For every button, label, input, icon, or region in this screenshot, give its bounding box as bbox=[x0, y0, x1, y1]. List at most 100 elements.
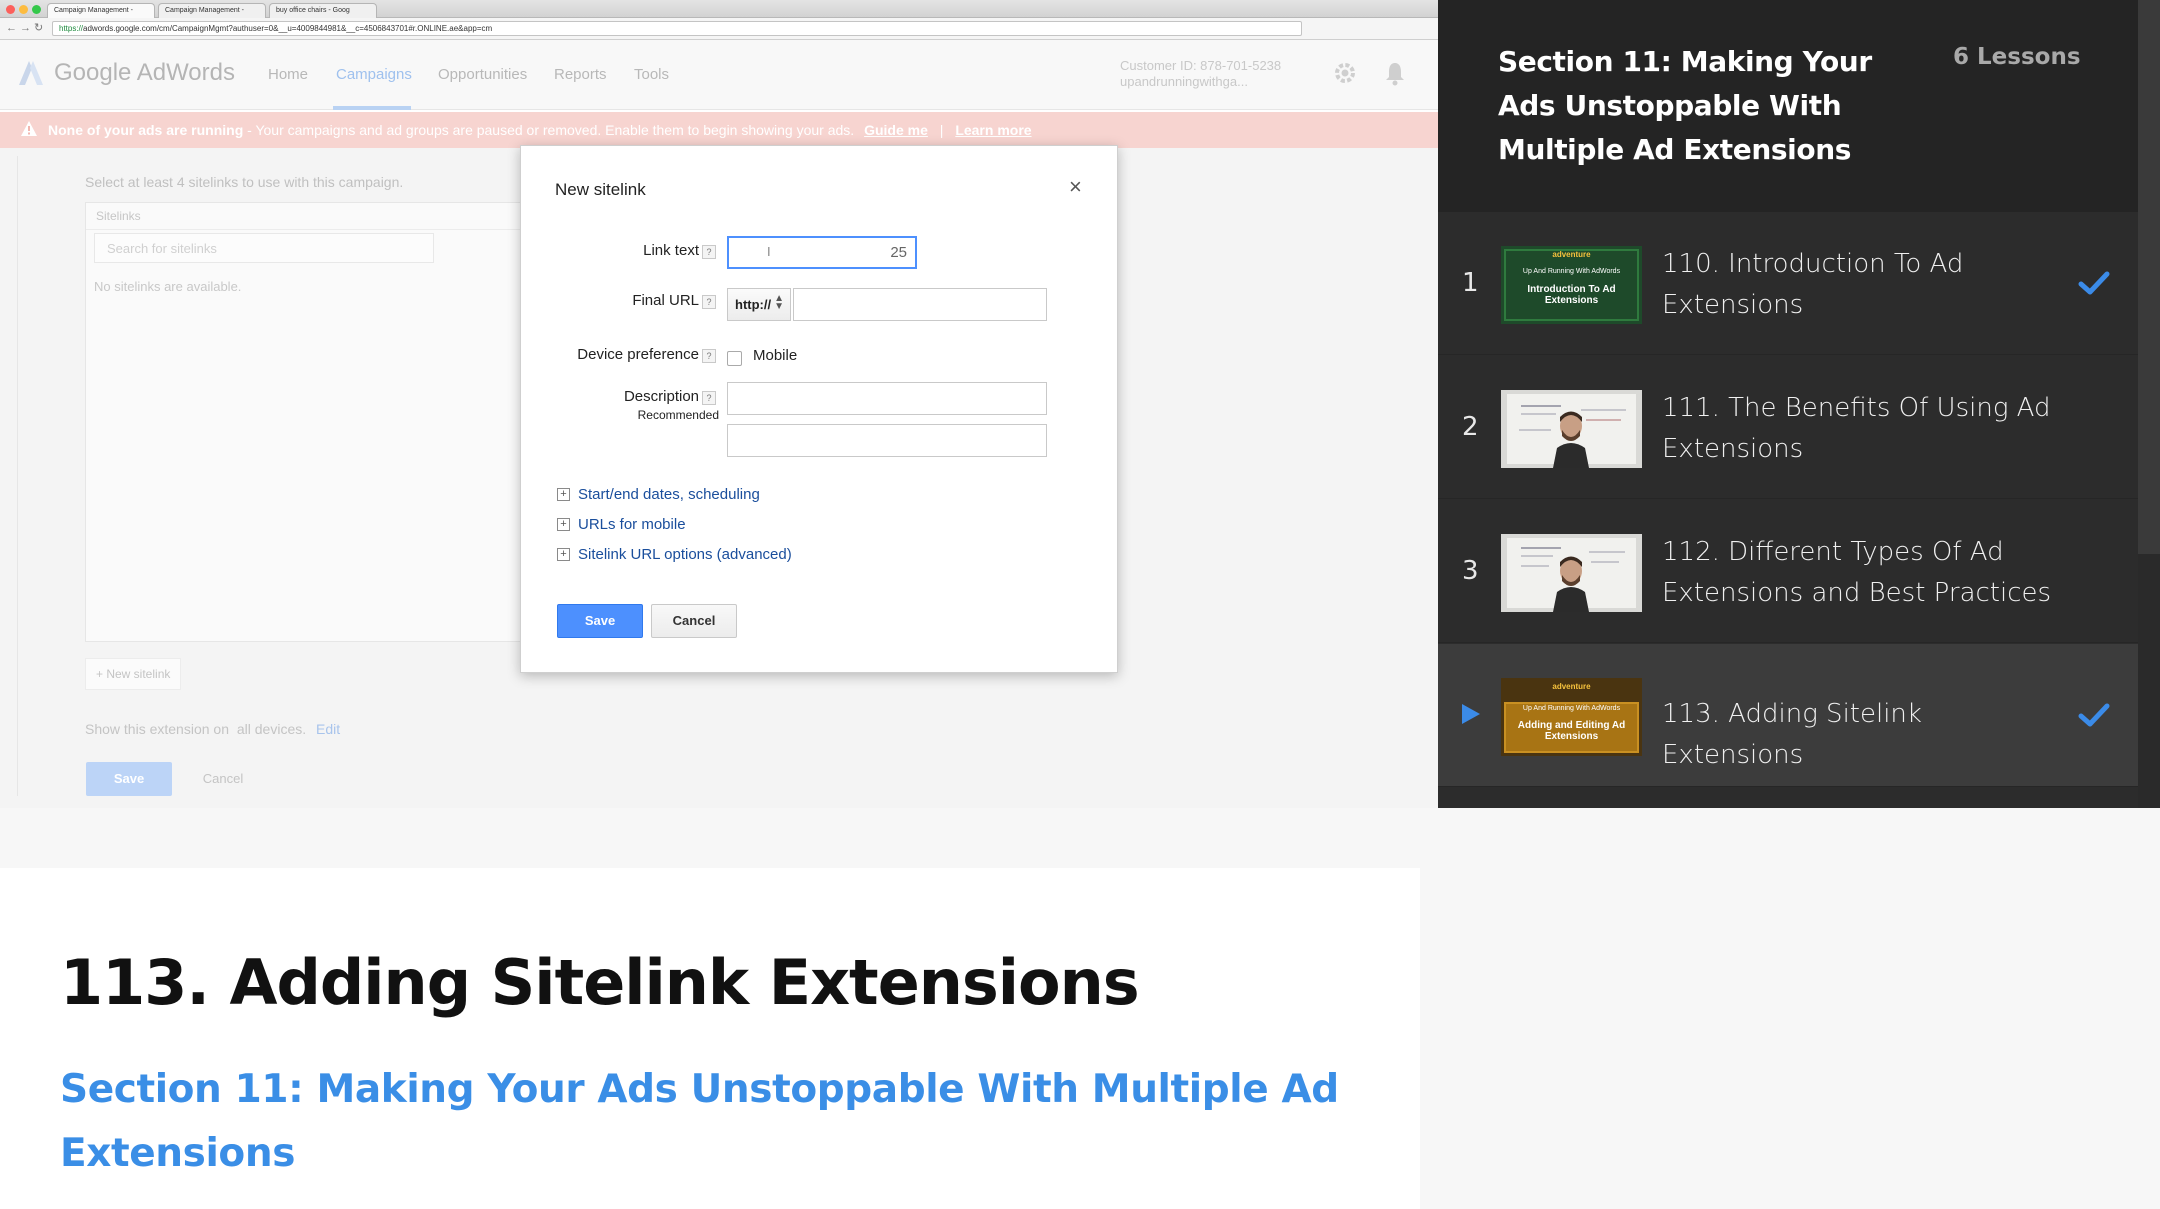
description-label: Description bbox=[623, 388, 699, 405]
recommended-label: Recommended bbox=[637, 408, 719, 422]
expander-label: URLs for mobile bbox=[578, 516, 686, 533]
lesson-item-110[interactable]: 1 adventure Up And Running With AdWords … bbox=[1438, 212, 2138, 355]
warning-banner: None of your ads are running - Your camp… bbox=[0, 112, 1438, 148]
url-scheme: https:// bbox=[59, 24, 84, 33]
gear-icon[interactable] bbox=[1332, 60, 1358, 86]
lesson-thumbnail: adventure Up And Running With AdWords Ad… bbox=[1501, 678, 1642, 756]
sitelinks-header: Sitelinks bbox=[86, 203, 584, 230]
dialog-title: New sitelink bbox=[555, 180, 646, 199]
course-sidebar: Section 11: Making Your Ads Unstoppable … bbox=[1438, 0, 2160, 808]
final-url-input[interactable] bbox=[793, 288, 1047, 321]
nav-campaigns[interactable]: Campaigns bbox=[336, 66, 412, 83]
show-ext-label: Show this extension on bbox=[85, 721, 229, 737]
nav-opportunities[interactable]: Opportunities bbox=[438, 66, 527, 83]
browser-toolbar: ← → ↻ https://adwords.google.com/cm/Camp… bbox=[0, 18, 1438, 40]
bell-icon[interactable] bbox=[1382, 60, 1408, 86]
thumb-subtitle: Up And Running With AdWords bbox=[1522, 268, 1621, 275]
account-email: upandrunningwithga... bbox=[1120, 74, 1248, 89]
lesson-info: 113. Adding Sitelink Extensions Section … bbox=[0, 868, 1420, 1209]
address-bar[interactable]: https://adwords.google.com/cm/CampaignMg… bbox=[52, 21, 1302, 36]
sidebar-scrollbar[interactable] bbox=[2138, 0, 2160, 808]
expand-plus-icon: + bbox=[557, 548, 570, 561]
mobile-label: Mobile bbox=[753, 347, 798, 364]
description-line2-input[interactable] bbox=[727, 424, 1047, 457]
video-player[interactable]: Campaign Management - Campaign Managemen… bbox=[0, 0, 1438, 808]
help-icon[interactable]: ? bbox=[702, 295, 716, 309]
nav-tools[interactable]: Tools bbox=[634, 66, 669, 83]
browser-tab-3[interactable]: buy office chairs - Goog bbox=[269, 3, 377, 18]
url-protocol-select[interactable]: http:// ▲ ▼ bbox=[727, 288, 791, 321]
minimize-window-icon[interactable] bbox=[19, 5, 28, 14]
thumb-title: Introduction To Ad Extensions bbox=[1527, 284, 1616, 306]
customer-id: Customer ID: 878-701-5238 bbox=[1120, 58, 1282, 73]
video-frame-icon bbox=[1501, 390, 1642, 468]
url-text: adwords.google.com/cm/CampaignMgmt?authu… bbox=[83, 24, 493, 33]
reload-icon[interactable]: ↻ bbox=[34, 22, 43, 34]
close-window-icon[interactable] bbox=[6, 5, 15, 14]
completed-check-icon bbox=[2078, 271, 2110, 295]
expander-url-options[interactable]: + Sitelink URL options (advanced) bbox=[557, 546, 792, 563]
new-sitelink-button[interactable]: + New sitelink bbox=[85, 658, 182, 690]
lesson-item-112[interactable]: 3 112. Different Types Of Ad Extensions … bbox=[1438, 500, 2138, 643]
help-icon[interactable]: ? bbox=[702, 349, 716, 363]
warning-text: - Your campaigns and ad groups are pause… bbox=[243, 122, 855, 138]
adwords-logo-text: Google AdWords bbox=[54, 59, 235, 86]
lesson-thumbnail bbox=[1501, 390, 1642, 468]
sitelinks-panel: Sitelinks Search for sitelinks No siteli… bbox=[85, 202, 585, 642]
guide-me-link[interactable]: Guide me bbox=[864, 122, 928, 138]
adwords-logo[interactable]: Google AdWords bbox=[16, 58, 235, 88]
edit-link[interactable]: Edit bbox=[316, 721, 340, 737]
thumb-brand: adventure bbox=[1552, 682, 1591, 691]
expander-label: Start/end dates, scheduling bbox=[578, 486, 760, 503]
lesson-title: 112. Different Types Of Ad Extensions an… bbox=[1662, 537, 2052, 608]
side-collapse-strip[interactable] bbox=[0, 156, 18, 796]
lesson-number: 1 bbox=[1462, 268, 1479, 298]
link-text-label: Link text bbox=[643, 242, 699, 259]
text-cursor-icon: I bbox=[767, 244, 771, 259]
account-info[interactable]: Customer ID: 878-701-5238 upandrunningwi… bbox=[1120, 58, 1281, 90]
section-header: Section 11: Making Your Ads Unstoppable … bbox=[1438, 0, 2160, 212]
new-sitelink-dialog: New sitelink × Link text ? I 25 Final UR… bbox=[520, 145, 1118, 673]
plus-icon: + bbox=[96, 667, 107, 681]
device-preference-label: Device preference bbox=[577, 346, 699, 363]
warning-icon bbox=[21, 121, 37, 136]
expander-mobile-urls[interactable]: + URLs for mobile bbox=[557, 516, 686, 533]
dialog-save-button[interactable]: Save bbox=[557, 604, 643, 638]
lesson-item-111[interactable]: 2 111. The Benefits Of Using Ad Extensio… bbox=[1438, 356, 2138, 499]
thumb-subtitle: Up And Running With AdWords bbox=[1522, 705, 1621, 712]
help-icon[interactable]: ? bbox=[702, 391, 716, 405]
section-link[interactable]: Section 11: Making Your Ads Unstoppable … bbox=[60, 1058, 1360, 1186]
scrollbar-thumb[interactable] bbox=[2138, 0, 2160, 554]
nav-home[interactable]: Home bbox=[268, 66, 308, 83]
campaign-cancel-button[interactable]: Cancel bbox=[182, 762, 264, 796]
browser-tab-1[interactable]: Campaign Management - bbox=[47, 3, 155, 18]
video-frame-icon bbox=[1501, 534, 1642, 612]
expander-label: Sitelink URL options (advanced) bbox=[578, 546, 792, 563]
final-url-label: Final URL bbox=[632, 292, 699, 309]
expand-plus-icon: + bbox=[557, 488, 570, 501]
link-text-input[interactable]: I 25 bbox=[727, 236, 917, 269]
thumb-brand: adventure bbox=[1552, 250, 1591, 259]
campaign-save-button[interactable]: Save bbox=[86, 762, 172, 796]
description-line1-input[interactable] bbox=[727, 382, 1047, 415]
no-sitelinks-text: No sitelinks are available. bbox=[94, 279, 242, 294]
updown-arrows-icon: ▲ ▼ bbox=[774, 293, 784, 312]
close-icon[interactable]: × bbox=[1069, 174, 1082, 200]
mobile-checkbox[interactable] bbox=[727, 351, 742, 366]
back-icon[interactable]: ← bbox=[6, 22, 17, 34]
nav-active-underline bbox=[333, 106, 411, 110]
dialog-cancel-button[interactable]: Cancel bbox=[651, 604, 737, 638]
learn-more-link[interactable]: Learn more bbox=[955, 122, 1031, 138]
lesson-item-113[interactable]: adventure Up And Running With AdWords Ad… bbox=[1438, 644, 2138, 787]
maximize-window-icon[interactable] bbox=[32, 5, 41, 14]
browser-tabbar: Campaign Management - Campaign Managemen… bbox=[0, 0, 1438, 18]
browser-tab-2[interactable]: Campaign Management - bbox=[158, 3, 266, 18]
sitelinks-search-input[interactable]: Search for sitelinks bbox=[94, 233, 434, 263]
thumb-title: Adding and Editing Ad Extensions bbox=[1517, 720, 1626, 742]
completed-check-icon bbox=[2078, 703, 2110, 727]
select-sitelinks-hint: Select at least 4 sitelinks to use with … bbox=[85, 174, 404, 190]
forward-icon[interactable]: → bbox=[20, 22, 31, 34]
nav-reports[interactable]: Reports bbox=[554, 66, 607, 83]
help-icon[interactable]: ? bbox=[702, 245, 716, 259]
expander-scheduling[interactable]: + Start/end dates, scheduling bbox=[557, 486, 760, 503]
